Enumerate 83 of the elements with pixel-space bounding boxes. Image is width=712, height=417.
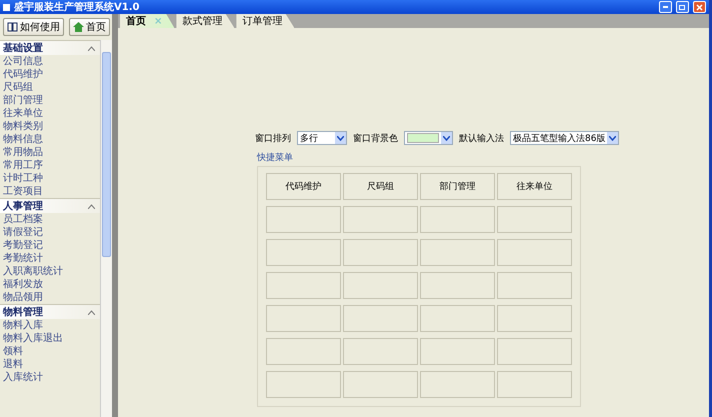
sidebar-item[interactable]: 考勤登记 [0, 239, 100, 252]
house-icon [73, 22, 84, 32]
shortcut-button[interactable] [497, 338, 572, 365]
caret-icon [337, 136, 344, 140]
setting-label: 窗口背景色 [353, 132, 398, 144]
shortcut-button[interactable] [343, 305, 418, 332]
minimize-icon [663, 6, 668, 8]
shortcut-button[interactable] [497, 206, 572, 233]
shortcut-button[interactable] [266, 206, 341, 233]
shortcut-button[interactable] [343, 239, 418, 266]
group-title: 物料管理 [3, 306, 43, 319]
shortcut-button[interactable] [420, 239, 495, 266]
shortcut-button[interactable] [266, 272, 341, 299]
shortcut-button[interactable] [420, 338, 495, 365]
shortcut-button[interactable] [420, 371, 495, 398]
sidebar-item[interactable]: 工资项目 [0, 185, 100, 198]
shortcut-button[interactable]: 尺码组 [343, 173, 418, 200]
group-header[interactable]: 人事管理 [0, 198, 100, 213]
caret-icon [443, 136, 450, 140]
shortcut-button[interactable]: 部门管理 [420, 173, 495, 200]
dropdown[interactable]: 多行 [297, 131, 347, 145]
shortcut-button[interactable] [497, 272, 572, 299]
shortcut-button[interactable] [497, 371, 572, 398]
shortcut-button[interactable] [343, 371, 418, 398]
shortcut-button[interactable]: 代码维护 [266, 173, 341, 200]
sidebar-item[interactable]: 物料入库 [0, 319, 100, 332]
sidebar-item[interactable]: 请假登记 [0, 226, 100, 239]
app-icon [3, 4, 10, 10]
sidebar-item[interactable]: 福利发放 [0, 278, 100, 291]
sidebar-item[interactable]: 领料 [0, 345, 100, 358]
shortcut-button[interactable] [266, 371, 341, 398]
shortcut-button[interactable] [497, 239, 572, 266]
shortcut-button[interactable]: 往来单位 [497, 173, 572, 200]
shortcut-button[interactable] [420, 305, 495, 332]
setting-label: 默认输入法 [459, 132, 504, 144]
sidebar-item[interactable]: 公司信息 [0, 55, 100, 68]
color-dropdown[interactable] [404, 131, 453, 145]
shortcut-button[interactable] [343, 272, 418, 299]
tab[interactable]: 首页 × [120, 14, 174, 28]
caret-icon [609, 136, 616, 140]
shortcut-button[interactable] [343, 206, 418, 233]
group-legend: 快捷菜单 [257, 151, 581, 164]
shortcut-button[interactable] [343, 338, 418, 365]
restore-icon [679, 4, 686, 10]
sidebar-item[interactable]: 入库统计 [0, 371, 100, 384]
tab[interactable]: 款式管理 [176, 14, 234, 28]
shortcut-button[interactable] [266, 338, 341, 365]
setting-label: 窗口排列 [255, 132, 291, 144]
sidebar-item[interactable]: 计时工种 [0, 172, 100, 185]
sidebar-item[interactable]: 物品领用 [0, 291, 100, 304]
sidebar-item[interactable]: 考勤统计 [0, 252, 100, 265]
group-header[interactable]: 基础设置 [0, 40, 100, 55]
home-button[interactable]: 首页 [69, 18, 110, 36]
sidebar-item[interactable]: 员工档案 [0, 213, 100, 226]
shortcut-button[interactable] [497, 305, 572, 332]
sidebar-item[interactable]: 常用工序 [0, 159, 100, 172]
shortcut-button[interactable] [420, 272, 495, 299]
group-header[interactable]: 物料管理 [0, 304, 100, 319]
sidebar-item[interactable]: 入职离职统计 [0, 265, 100, 278]
sidebar-item[interactable]: 部门管理 [0, 94, 100, 107]
sidebar-item[interactable]: 物料类别 [0, 120, 100, 133]
scrollbar[interactable] [100, 40, 112, 417]
dropdown[interactable]: 极品五笔型输入法86版 [510, 131, 620, 145]
group-title: 基础设置 [3, 42, 43, 55]
close-icon [696, 4, 703, 10]
help-button[interactable]: 如何使用 [3, 18, 64, 36]
shortcut-button[interactable] [266, 305, 341, 332]
sidebar-item[interactable]: 退料 [0, 358, 100, 371]
sidebar-item[interactable]: 物料信息 [0, 133, 100, 146]
sidebar-item[interactable]: 常用物品 [0, 146, 100, 159]
shortcut-button[interactable] [266, 239, 341, 266]
window-title: 盛宇服装生产管理系统V1.0 [14, 0, 140, 14]
shortcut-button[interactable] [420, 206, 495, 233]
group-title: 人事管理 [3, 200, 43, 213]
sidebar-item[interactable]: 物料入库退出 [0, 332, 100, 345]
close-button[interactable] [693, 1, 706, 13]
restore-button[interactable] [676, 1, 689, 13]
sidebar-item[interactable]: 代码维护 [0, 68, 100, 81]
tab[interactable]: 订单管理 [236, 14, 294, 28]
sidebar-item[interactable]: 尺码组 [0, 81, 100, 94]
book-icon [7, 22, 18, 32]
sidebar-item[interactable]: 往来单位 [0, 107, 100, 120]
minimize-button[interactable] [659, 1, 672, 13]
